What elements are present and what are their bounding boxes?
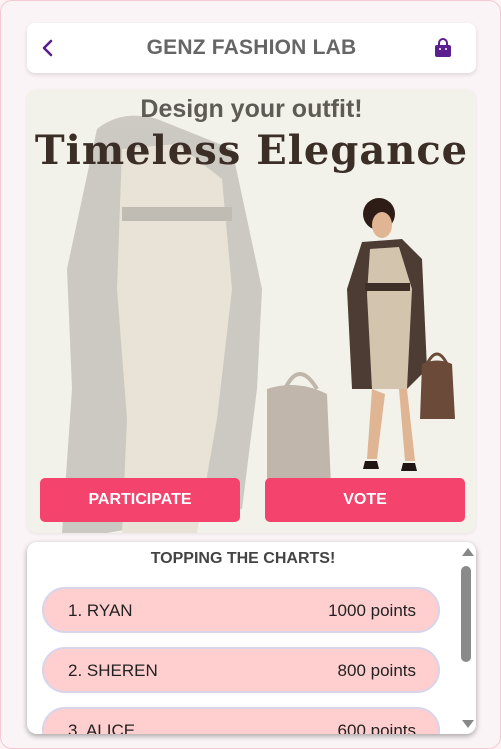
- entry-name: 1. RYAN: [68, 601, 133, 620]
- leaderboard-row[interactable]: 2. SHEREN 800 points: [42, 647, 440, 693]
- entry-points: 800 points: [337, 661, 416, 680]
- app-frame: GENZ FASHION LAB Design your outfit! Tim…: [0, 0, 501, 749]
- entry-points: 600 points: [337, 721, 416, 734]
- leaderboard-title: TOPPING THE CHARTS!: [150, 550, 336, 567]
- leaderboard-row[interactable]: 3. ALICE 600 points: [42, 707, 440, 734]
- leaderboard-row[interactable]: 1. RYAN 1000 points: [42, 587, 440, 633]
- woman-figure: [347, 198, 455, 471]
- leaderboard-panel: TOPPING THE CHARTS! 1. RYAN 1000 points …: [27, 542, 476, 734]
- page-title: GENZ FASHION LAB: [146, 36, 357, 59]
- scroll-down-arrow-icon[interactable]: [462, 720, 474, 728]
- vote-button[interactable]: VOTE: [265, 478, 465, 522]
- entry-name: 2. SHEREN: [68, 661, 158, 680]
- entry-points: 1000 points: [328, 601, 416, 620]
- leaderboard-scrollbar[interactable]: [458, 542, 476, 734]
- entry-name: 3. ALICE: [68, 721, 136, 734]
- participate-button[interactable]: PARTICIPATE: [40, 478, 240, 522]
- banner-headline: Design your outfit!: [140, 95, 363, 123]
- banner-theme: Timeless Elegance: [34, 127, 469, 174]
- shopping-bag-icon[interactable]: [432, 36, 454, 60]
- scroll-thumb[interactable]: [461, 566, 471, 662]
- top-bar: GENZ FASHION LAB: [27, 23, 476, 73]
- challenge-banner: Design your outfit! Timeless Elegance PA…: [27, 89, 476, 533]
- scroll-up-arrow-icon[interactable]: [462, 548, 474, 556]
